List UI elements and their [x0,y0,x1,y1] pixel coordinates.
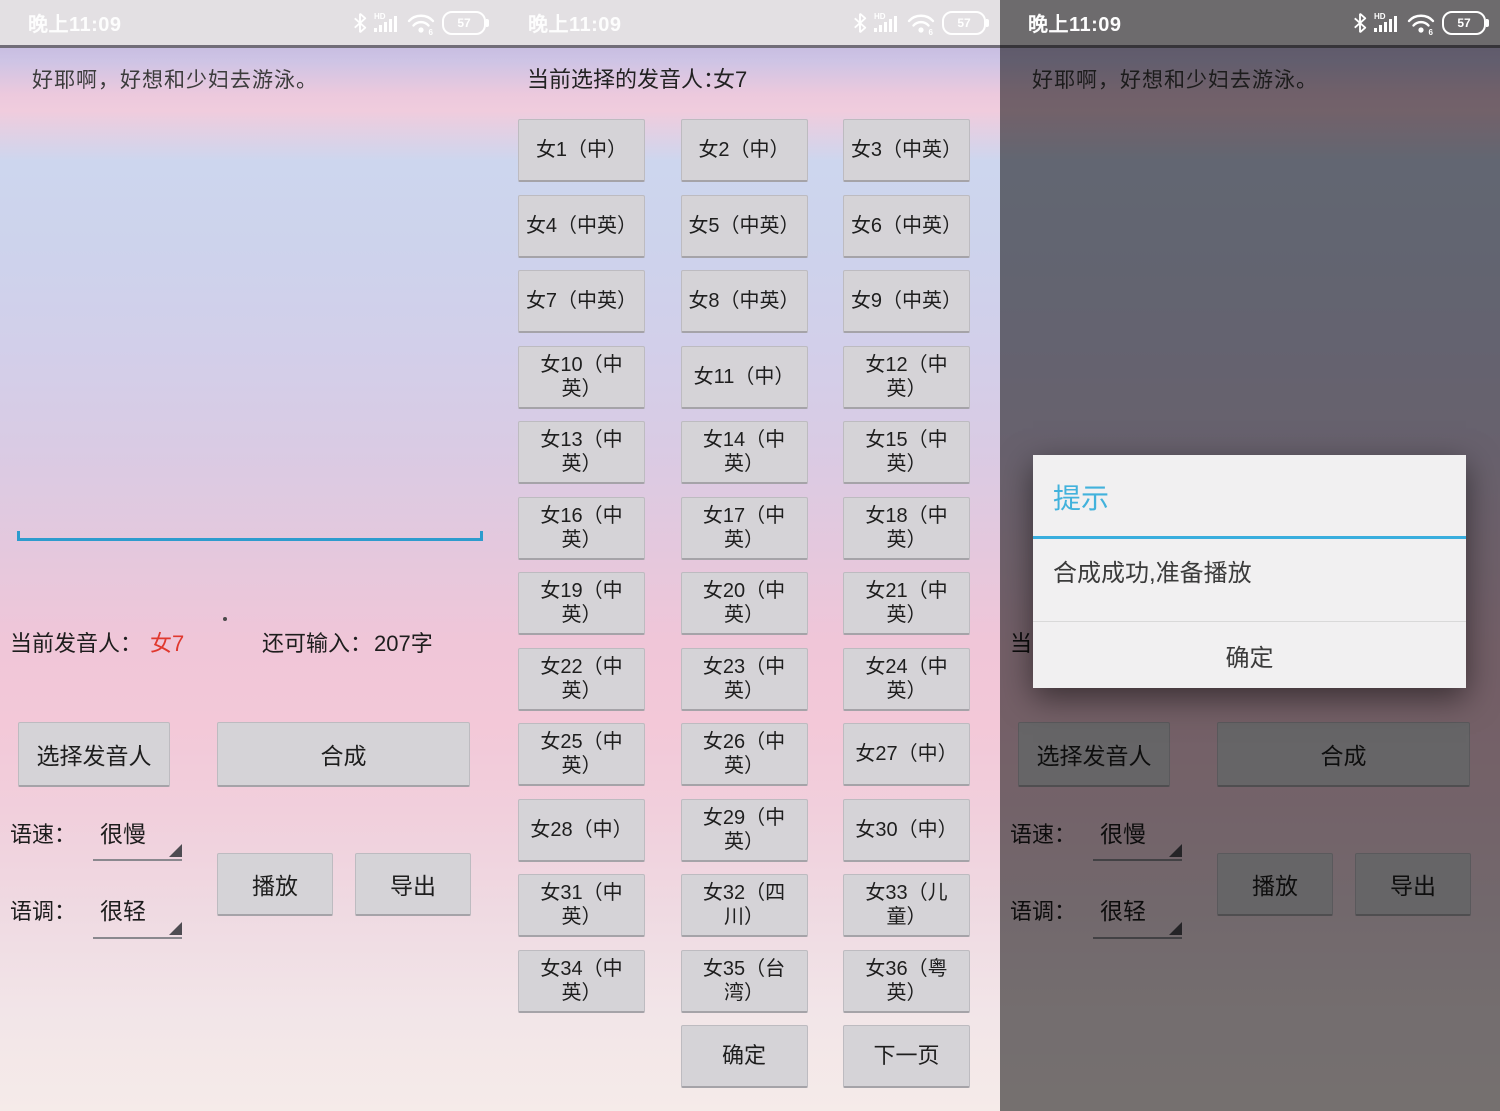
voice-button-21[interactable]: 女21（中 英） [843,572,970,635]
play-button[interactable]: 播放 [217,853,333,916]
voice-button-22[interactable]: 女22（中 英） [518,648,645,711]
battery-icon: 57 [942,11,986,35]
voice-button-7[interactable]: 女7（中英） [518,270,645,333]
pitch-label: 语调： [10,894,76,926]
voice-button-15[interactable]: 女15（中 英） [843,421,970,484]
voice-button-30[interactable]: 女30（中） [843,799,970,862]
voice-button-35[interactable]: 女35（台 湾） [681,950,808,1013]
voice-button-11[interactable]: 女11（中） [681,346,808,409]
hd-label: HD [374,12,386,21]
alert-dialog: 提示 合成成功,准备播放 确定 [1033,455,1466,688]
signal-strength-icon: HD [1374,11,1400,35]
voice-button-24[interactable]: 女24（中 英） [843,648,970,711]
pitch-spinner-value[interactable]: 很轻 [100,892,146,926]
selected-voice-header-label: 当前选择的发音人： [527,62,725,94]
voice-button-18[interactable]: 女18（中 英） [843,497,970,560]
tts-input-text[interactable]: 好耶啊，好想和少妇去游泳。 [32,64,318,94]
voice-button-5[interactable]: 女5（中英） [681,195,808,258]
dialog-ok-button[interactable]: 确定 [1033,622,1466,688]
battery-icon: 57 [1442,11,1486,35]
battery-percent: 57 [457,17,470,29]
grid-empty-cell [518,1025,645,1088]
export-button[interactable]: 导出 [355,853,471,916]
bluetooth-icon [1353,12,1367,34]
svg-text:6: 6 [929,28,934,35]
voice-button-31[interactable]: 女31（中 英） [518,874,645,937]
status-time: 晚上11:09 [28,8,122,37]
bluetooth-icon [853,12,867,34]
screen-main: 晚上11:09 HD 6 57 [0,0,500,1111]
voice-button-17[interactable]: 女17（中 英） [681,497,808,560]
text-cursor-dot [223,617,227,621]
svg-text:HD: HD [874,12,886,21]
synthesize-button[interactable]: 合成 [217,722,470,787]
voice-button-10[interactable]: 女10（中 英） [518,346,645,409]
voice-button-36[interactable]: 女36（粤 英） [843,950,970,1013]
remaining-chars-label: 还可输入： [262,626,372,658]
statusbar-divider [500,45,1000,48]
speed-spinner-value[interactable]: 很慢 [100,815,146,849]
voice-button-13[interactable]: 女13（中 英） [518,421,645,484]
current-voice-value: 女7 [150,626,184,658]
svg-text:6: 6 [1429,28,1434,35]
wifi-icon: 6 [407,11,435,35]
signal-strength-icon: HD [374,11,400,35]
next-page-button[interactable]: 下一页 [843,1025,970,1088]
voice-button-3[interactable]: 女3（中英） [843,119,970,182]
status-time: 晚上11:09 [1028,8,1122,37]
status-bar: 晚上11:09 HD 6 57 [1000,0,1500,45]
signal-strength-icon: HD [874,11,900,35]
voice-button-9[interactable]: 女9（中英） [843,270,970,333]
status-time: 晚上11:09 [528,8,622,37]
voice-button-29[interactable]: 女29（中 英） [681,799,808,862]
select-voice-button[interactable]: 选择发音人 [18,722,170,787]
voice-button-20[interactable]: 女20（中 英） [681,572,808,635]
wifi-icon: 6 [1407,11,1435,35]
voice-button-14[interactable]: 女14（中 英） [681,421,808,484]
dialog-title-divider [1033,536,1466,539]
voice-button-27[interactable]: 女27（中） [843,723,970,786]
voice-grid: 女1（中） 女2（中） 女3（中英） 女4（中英） 女5（中英） 女6（中英） 女7（中英）… [518,119,970,1088]
speed-label: 语速： [10,817,76,849]
voice-button-33[interactable]: 女33（儿 童） [843,874,970,937]
text-input-underline[interactable] [17,531,483,541]
current-voice-label: 当前发音人： [10,626,142,658]
remaining-chars-value: 207字 [374,626,433,658]
voice-button-1[interactable]: 女1（中） [518,119,645,182]
voice-button-16[interactable]: 女16（中 英） [518,497,645,560]
dialog-title: 提示 [1053,477,1109,517]
voice-button-8[interactable]: 女8（中英） [681,270,808,333]
status-bar: 晚上11:09 HD 6 57 [0,0,500,45]
svg-text:6: 6 [429,28,434,35]
voice-button-25[interactable]: 女25（中 英） [518,723,645,786]
voice-confirm-button[interactable]: 确定 [681,1025,808,1088]
selected-voice-header-value: 女7 [713,62,747,94]
voice-button-34[interactable]: 女34（中 英） [518,950,645,1013]
speed-spinner-dropdown-icon[interactable] [93,845,182,861]
voice-button-19[interactable]: 女19（中 英） [518,572,645,635]
svg-text:HD: HD [1374,12,1386,21]
voice-button-6[interactable]: 女6（中英） [843,195,970,258]
voice-button-4[interactable]: 女4（中英） [518,195,645,258]
bluetooth-icon [353,12,367,34]
battery-icon: 57 [442,11,486,35]
voice-button-32[interactable]: 女32（四 川） [681,874,808,937]
screen-main-with-dialog: 晚上11:09 HD 6 57 好耶啊，好想和少 [1000,0,1500,1111]
battery-percent: 57 [1457,17,1470,29]
screen-voice-chooser: 晚上11:09 HD 6 57 当前选择的发音人 [500,0,1000,1111]
voice-button-26[interactable]: 女26（中 英） [681,723,808,786]
voice-button-2[interactable]: 女2（中） [681,119,808,182]
battery-percent: 57 [957,17,970,29]
status-bar: 晚上11:09 HD 6 57 [500,0,1000,45]
voice-button-23[interactable]: 女23（中 英） [681,648,808,711]
voice-button-12[interactable]: 女12（中 英） [843,346,970,409]
wifi-icon: 6 [907,11,935,35]
dialog-message: 合成成功,准备播放 [1053,553,1252,588]
statusbar-divider [0,45,500,48]
voice-button-28[interactable]: 女28（中） [518,799,645,862]
pitch-spinner-dropdown-icon[interactable] [93,923,182,939]
